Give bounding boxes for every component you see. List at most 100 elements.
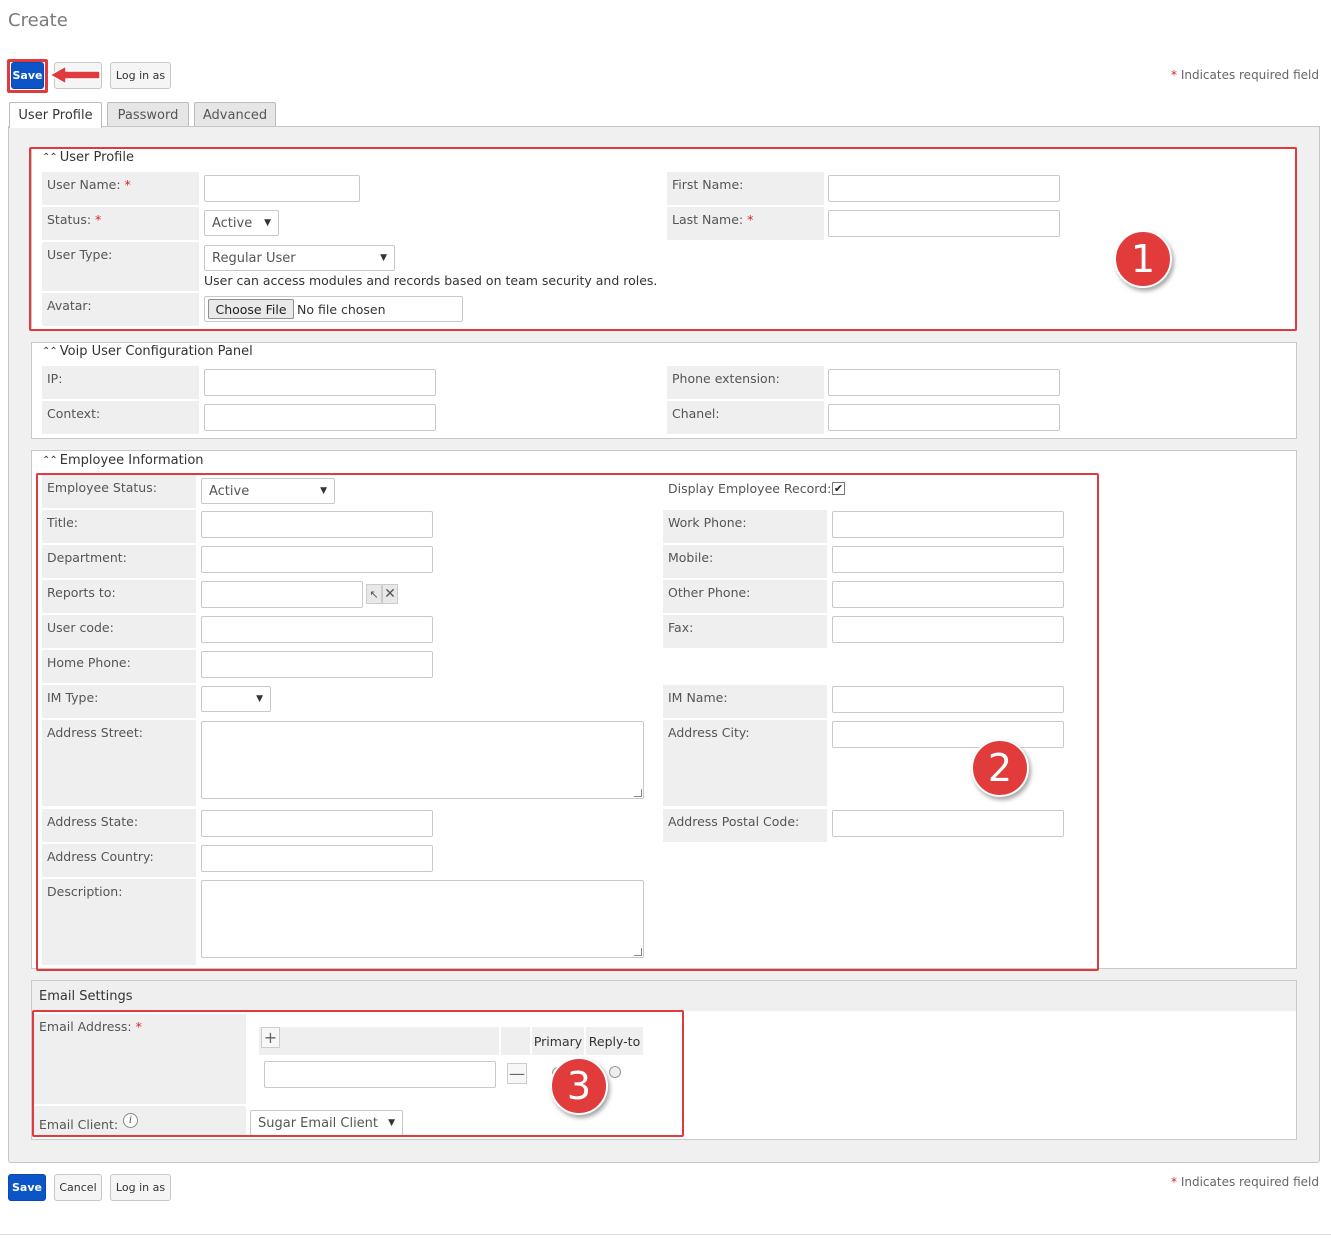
user-code-input[interactable]: [201, 616, 433, 643]
email-spacer-cell: [501, 1027, 530, 1055]
user-type-select[interactable]: Regular User ▼: [204, 245, 395, 271]
address-city-label: Address City:: [663, 720, 827, 806]
address-country-input[interactable]: [201, 845, 433, 872]
display-employee-record-label: Display Employee Record:: [668, 481, 832, 496]
first-name-input[interactable]: [828, 175, 1060, 202]
ip-label: IP:: [42, 366, 199, 399]
address-state-input[interactable]: [201, 810, 433, 837]
employee-status-label: Employee Status:: [42, 475, 196, 508]
last-name-input[interactable]: [828, 210, 1060, 237]
collapse-chevron-icon: ⌃⌃: [42, 455, 58, 466]
email-settings-title: Email Settings: [39, 989, 133, 1004]
avatar-file-input[interactable]: Choose File No file chosen: [204, 296, 463, 322]
add-email-plus-icon[interactable]: +: [261, 1027, 280, 1048]
address-street-label: Address Street:: [42, 720, 196, 806]
email-address-input[interactable]: [264, 1061, 496, 1088]
other-phone-label: Other Phone:: [663, 580, 827, 613]
im-type-select[interactable]: ▼: [201, 686, 271, 712]
user-profile-title-text: User Profile: [59, 150, 134, 165]
ip-input[interactable]: [204, 369, 436, 396]
annotation-badge-3: 3: [550, 1057, 608, 1115]
email-address-label: Email Address: *: [34, 1014, 246, 1104]
fax-input[interactable]: [832, 616, 1064, 643]
select-pointer-icon[interactable]: ↖: [366, 584, 382, 604]
user-code-label: User code:: [42, 615, 196, 648]
home-phone-input[interactable]: [201, 651, 433, 678]
phone-extension-label: Phone extension:: [667, 366, 824, 399]
required-note-top: * Indicates required field: [1171, 68, 1319, 82]
reports-to-input[interactable]: [201, 581, 363, 608]
address-postal-code-label: Address Postal Code:: [663, 809, 827, 842]
chanel-input[interactable]: [828, 404, 1060, 431]
bottom-divider: [0, 1234, 1331, 1235]
remove-email-minus-icon[interactable]: —: [507, 1063, 527, 1084]
dropdown-arrow-icon: ▼: [380, 253, 387, 263]
voip-title-text: Voip User Configuration Panel: [59, 344, 253, 359]
mobile-label: Mobile:: [663, 545, 827, 578]
login-as-button-bottom[interactable]: Log in as: [110, 1174, 171, 1201]
chanel-label: Chanel:: [667, 401, 824, 434]
no-file-text: No file chosen: [297, 302, 386, 317]
employee-status-select[interactable]: Active ▼: [201, 478, 335, 504]
email-settings-header: [32, 981, 1296, 1011]
clear-x-icon[interactable]: ✕: [382, 584, 398, 604]
title-input[interactable]: [201, 511, 433, 538]
reports-to-label: Reports to:: [42, 580, 196, 613]
save-button-top[interactable]: Save: [11, 62, 44, 89]
collapse-chevron-icon: ⌃⌃: [42, 152, 58, 163]
display-employee-record-checkbox[interactable]: ✔: [832, 482, 845, 495]
dropdown-arrow-icon: ▼: [388, 1118, 395, 1128]
info-icon[interactable]: i: [123, 1113, 138, 1128]
required-note-text: Indicates required field: [1177, 68, 1320, 82]
address-postal-code-input[interactable]: [832, 810, 1064, 837]
status-select[interactable]: Active ▼: [204, 210, 279, 236]
voip-panel-title[interactable]: ⌃⌃ Voip User Configuration Panel: [42, 344, 253, 359]
reply-to-radio[interactable]: [609, 1066, 621, 1078]
reply-to-column-header: Reply-to: [586, 1027, 643, 1055]
resize-grip-icon: [634, 948, 642, 956]
dropdown-arrow-icon: ▼: [256, 694, 263, 704]
required-note-bottom: * Indicates required field: [1171, 1175, 1319, 1189]
im-name-input[interactable]: [832, 686, 1064, 713]
address-city-input[interactable]: [832, 721, 1064, 748]
status-label: Status: *: [42, 207, 199, 240]
user-name-input[interactable]: [204, 175, 360, 202]
login-as-button-top[interactable]: Log in as: [110, 62, 171, 89]
user-type-label: User Type:: [42, 242, 199, 291]
user-profile-panel-title[interactable]: ⌃⌃ User Profile: [42, 150, 134, 165]
save-button-bottom[interactable]: Save: [8, 1174, 46, 1201]
primary-column-header: Primary: [532, 1027, 584, 1055]
tab-password[interactable]: Password: [107, 102, 189, 127]
avatar-label: Avatar:: [42, 293, 199, 326]
address-country-label: Address Country:: [42, 844, 196, 877]
user-name-label: User Name: *: [42, 172, 199, 205]
required-note-text: Indicates required field: [1177, 1175, 1320, 1189]
resize-grip-icon: [634, 789, 642, 797]
address-street-textarea[interactable]: [201, 721, 644, 799]
tab-user-profile[interactable]: User Profile: [9, 102, 102, 128]
cancel-button-bottom[interactable]: Cancel: [54, 1174, 102, 1201]
context-label: Context:: [42, 401, 199, 434]
first-name-label: First Name:: [667, 172, 824, 205]
phone-extension-input[interactable]: [828, 369, 1060, 396]
other-phone-input[interactable]: [832, 581, 1064, 608]
description-textarea[interactable]: [201, 880, 644, 958]
tab-advanced[interactable]: Advanced: [194, 102, 276, 127]
mobile-input[interactable]: [832, 546, 1064, 573]
choose-file-button[interactable]: Choose File: [208, 299, 294, 319]
employee-title-text: Employee Information: [59, 453, 204, 468]
dropdown-arrow-icon: ▼: [320, 486, 327, 496]
employee-panel-title[interactable]: ⌃⌃ Employee Information: [42, 453, 204, 468]
home-phone-label: Home Phone:: [42, 650, 196, 683]
context-input[interactable]: [204, 404, 436, 431]
description-label: Description:: [42, 879, 196, 965]
user-type-help-text: User can access modules and records base…: [204, 273, 658, 288]
department-label: Department:: [42, 545, 196, 578]
department-input[interactable]: [201, 546, 433, 573]
work-phone-input[interactable]: [832, 511, 1064, 538]
annotation-badge-2: 2: [971, 739, 1029, 797]
collapse-chevron-icon: ⌃⌃: [42, 346, 58, 357]
email-client-label: Email Client:: [34, 1106, 246, 1136]
email-client-select[interactable]: Sugar Email Client ▼: [250, 1110, 403, 1136]
work-phone-label: Work Phone:: [663, 510, 827, 543]
